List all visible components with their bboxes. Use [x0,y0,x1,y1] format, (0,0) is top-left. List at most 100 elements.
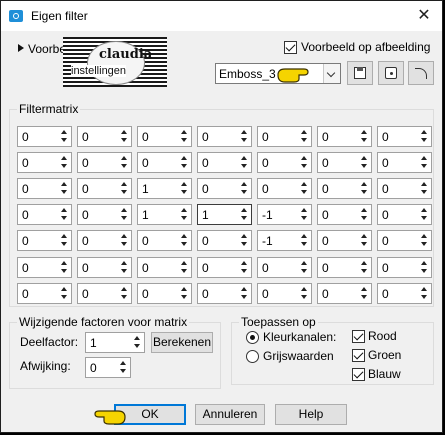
spinner-arrows-icon[interactable] [420,286,429,301]
matrix-cell-r2-c2[interactable]: 0 [77,152,132,173]
matrix-cell-r5-c2[interactable]: 0 [77,230,132,251]
spinner-arrows-icon[interactable] [300,260,309,275]
spinner-arrows-icon[interactable] [360,286,369,301]
spinner-arrows-icon[interactable] [360,129,369,144]
matrix-cell-r1-c1[interactable]: 0 [17,126,72,147]
matrix-cell-r3-c2[interactable]: 0 [77,178,132,199]
spinner-arrows-icon[interactable] [360,155,369,170]
spinner-arrows-icon[interactable] [180,155,189,170]
matrix-cell-r7-c7[interactable]: 0 [377,283,432,304]
spinner-arrows-icon[interactable] [60,181,69,196]
matrix-cell-r6-c3[interactable]: 0 [137,257,192,278]
preview-on-image-checkbox[interactable] [284,41,297,54]
matrix-cell-r5-c6[interactable]: 0 [317,230,372,251]
matrix-cell-r6-c5[interactable]: 0 [257,257,312,278]
spinner-arrows-icon[interactable] [60,207,69,222]
matrix-cell-r1-c6[interactable]: 0 [317,126,372,147]
close-button[interactable]: ✕ [406,1,442,31]
spinner-arrows-icon[interactable] [180,181,189,196]
blue-channel-checkbox[interactable] [352,368,365,381]
random-preset-button[interactable] [378,61,404,85]
spinner-arrows-icon[interactable] [300,207,309,222]
matrix-cell-r5-c1[interactable]: 0 [17,230,72,251]
spinner-arrows-icon[interactable] [240,286,249,301]
matrix-cell-r2-c7[interactable]: 0 [377,152,432,173]
spinner-arrows-icon[interactable] [300,181,309,196]
matrix-cell-r2-c1[interactable]: 0 [17,152,72,173]
spinner-arrows-icon[interactable] [240,207,249,222]
spinner-arrows-icon[interactable] [180,129,189,144]
matrix-cell-r5-c4[interactable]: 0 [197,230,252,251]
matrix-cell-r6-c4[interactable]: 0 [197,257,252,278]
spinner-arrows-icon[interactable] [240,181,249,196]
save-preset-button[interactable] [347,61,373,85]
spinner-arrows-icon[interactable] [60,129,69,144]
spinner-arrows-icon[interactable] [60,233,69,248]
color-channels-radio[interactable] [246,331,259,344]
spinner-arrows-icon[interactable] [180,260,189,275]
matrix-cell-r4-c6[interactable]: 0 [317,204,372,225]
spinner-arrows-icon[interactable] [120,155,129,170]
spinner-arrows-icon[interactable] [420,155,429,170]
matrix-cell-r3-c4[interactable]: 0 [197,178,252,199]
matrix-cell-r2-c4[interactable]: 0 [197,152,252,173]
matrix-cell-r7-c1[interactable]: 0 [17,283,72,304]
spinner-arrows-icon[interactable] [240,260,249,275]
spinner-arrows-icon[interactable] [420,129,429,144]
matrix-cell-r6-c1[interactable]: 0 [17,257,72,278]
spinner-arrows-icon[interactable] [180,286,189,301]
spinner-arrows-icon[interactable] [360,181,369,196]
matrix-cell-r5-c7[interactable]: 0 [377,230,432,251]
matrix-cell-r6-c7[interactable]: 0 [377,257,432,278]
spinner-arrows-icon[interactable] [360,207,369,222]
divisor-spinner[interactable]: 1 [85,332,145,353]
cancel-button[interactable]: Annuleren [195,404,265,425]
preset-dropdown-arrow[interactable] [323,64,340,83]
spinner-arrows-icon[interactable] [120,260,129,275]
matrix-cell-r4-c3[interactable]: 1 [137,204,192,225]
calculate-button[interactable]: Berekenen [151,332,213,353]
matrix-cell-r5-c3[interactable]: 0 [137,230,192,251]
matrix-cell-r1-c3[interactable]: 0 [137,126,192,147]
green-channel-checkbox[interactable] [352,349,365,362]
matrix-cell-r4-c5[interactable]: -1 [257,204,312,225]
spinner-arrows-icon[interactable] [120,233,129,248]
matrix-cell-r2-c5[interactable]: 0 [257,152,312,173]
spinner-arrows-icon[interactable] [120,129,129,144]
spinner-arrows-icon[interactable] [180,233,189,248]
matrix-cell-r2-c6[interactable]: 0 [317,152,372,173]
matrix-cell-r4-c2[interactable]: 0 [77,204,132,225]
matrix-cell-r2-c3[interactable]: 0 [137,152,192,173]
matrix-cell-r5-c5[interactable]: -1 [257,230,312,251]
spinner-arrows-icon[interactable] [133,335,142,350]
spinner-arrows-icon[interactable] [119,360,128,375]
spinner-arrows-icon[interactable] [300,129,309,144]
red-channel-checkbox[interactable] [352,330,365,343]
spinner-arrows-icon[interactable] [180,207,189,222]
spinner-arrows-icon[interactable] [240,155,249,170]
spinner-arrows-icon[interactable] [120,286,129,301]
reset-preset-button[interactable] [408,61,434,85]
bias-spinner[interactable]: 0 [85,357,131,378]
spinner-arrows-icon[interactable] [120,207,129,222]
matrix-cell-r7-c3[interactable]: 0 [137,283,192,304]
spinner-arrows-icon[interactable] [240,129,249,144]
matrix-cell-r3-c5[interactable]: 0 [257,178,312,199]
spinner-arrows-icon[interactable] [420,207,429,222]
matrix-cell-r4-c4[interactable]: 1 [197,204,252,225]
spinner-arrows-icon[interactable] [60,286,69,301]
matrix-cell-r3-c3[interactable]: 1 [137,178,192,199]
matrix-cell-r6-c2[interactable]: 0 [77,257,132,278]
matrix-cell-r7-c6[interactable]: 0 [317,283,372,304]
spinner-arrows-icon[interactable] [120,181,129,196]
spinner-arrows-icon[interactable] [360,260,369,275]
spinner-arrows-icon[interactable] [300,155,309,170]
matrix-cell-r4-c1[interactable]: 0 [17,204,72,225]
matrix-cell-r3-c6[interactable]: 0 [317,178,372,199]
spinner-arrows-icon[interactable] [60,260,69,275]
spinner-arrows-icon[interactable] [60,155,69,170]
matrix-cell-r3-c1[interactable]: 0 [17,178,72,199]
matrix-cell-r4-c7[interactable]: 0 [377,204,432,225]
matrix-cell-r3-c7[interactable]: 0 [377,178,432,199]
matrix-cell-r1-c5[interactable]: 0 [257,126,312,147]
